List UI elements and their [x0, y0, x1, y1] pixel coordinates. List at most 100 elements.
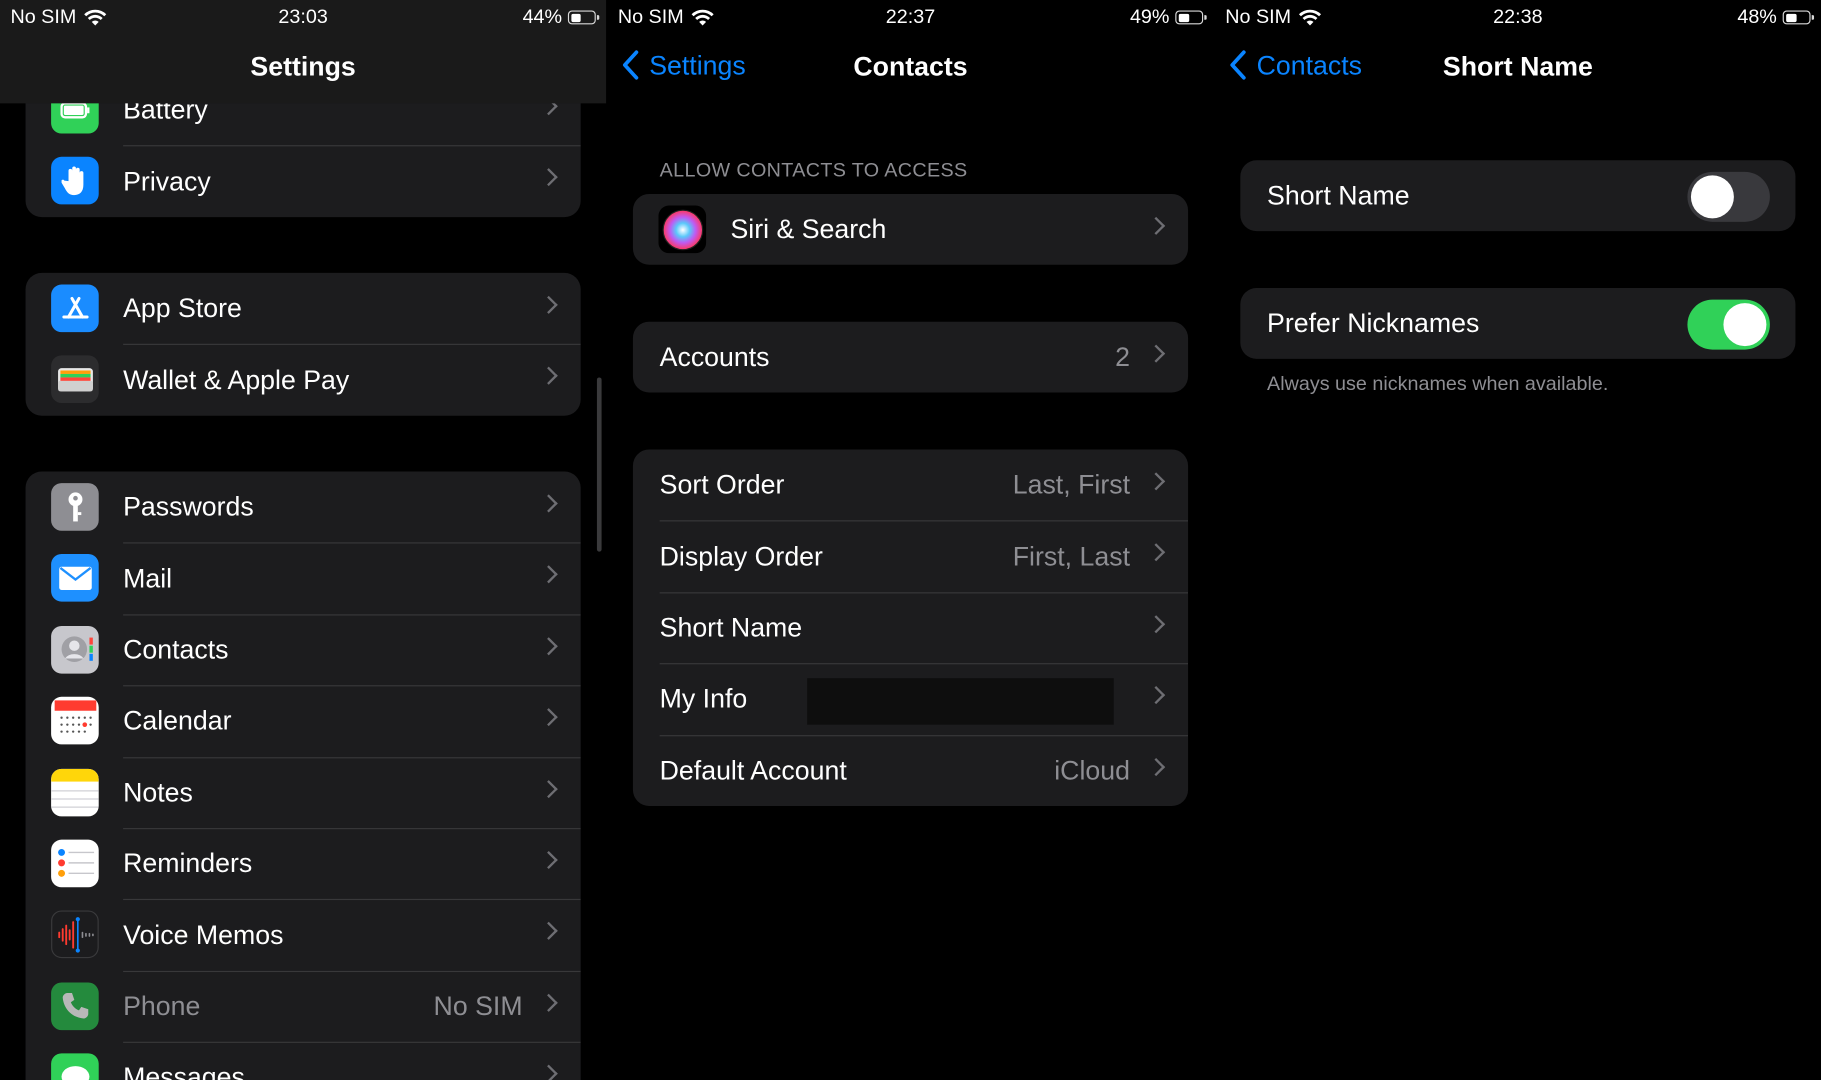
- prefer-nicknames-footer: Always use nicknames when available.: [1267, 372, 1609, 395]
- clock: 22:37: [885, 5, 936, 28]
- row-label: Sort Order: [659, 469, 785, 500]
- access-group: Siri & Search: [632, 193, 1189, 266]
- prefer-nicknames-group: Prefer Nicknames: [1240, 288, 1796, 360]
- status-bar: No SIM 23:03 44%: [0, 0, 606, 33]
- settings-row-app-store[interactable]: App Store: [26, 273, 581, 344]
- contacts-settings-screen: No SIM 22:37 49% Settings Contacts ALLOW…: [607, 0, 1214, 1080]
- default-account-row[interactable]: Default Account iCloud: [633, 734, 1189, 806]
- settings-screen: No SIM 23:03 44% Settings Battery Privac…: [0, 0, 607, 1080]
- notes-icon: [51, 768, 99, 816]
- row-label: Messages: [123, 1061, 245, 1080]
- chevron-right-icon: [539, 565, 558, 584]
- settings-group-store: App Store Wallet & Apple Pay: [25, 272, 581, 416]
- chevron-right-icon: [1147, 757, 1166, 776]
- row-label: Mail: [123, 562, 173, 593]
- battery-percent: 48%: [1737, 5, 1777, 28]
- chevron-right-icon: [539, 637, 558, 656]
- chevron-right-icon: [539, 993, 558, 1012]
- chevron-right-icon: [539, 295, 558, 314]
- section-header: ALLOW CONTACTS TO ACCESS: [659, 159, 968, 182]
- accounts-count: 2: [1115, 341, 1130, 372]
- short-name-row[interactable]: Short Name: [633, 592, 1189, 663]
- settings-row-mail[interactable]: Mail: [26, 542, 581, 614]
- short-name-screen: No SIM 22:38 48% Contacts Short Name Sho…: [1214, 0, 1821, 1080]
- hand-icon: [51, 157, 99, 205]
- row-label: Voice Memos: [123, 919, 284, 950]
- chevron-right-icon: [539, 850, 558, 869]
- settings-row-messages[interactable]: Messages: [26, 1041, 581, 1080]
- wallet-icon: [51, 355, 99, 404]
- short-name-group: Short Name: [1240, 160, 1796, 232]
- contacts-icon: [51, 625, 99, 674]
- row-label: Passwords: [123, 491, 254, 522]
- row-label: Short Name: [659, 611, 803, 643]
- status-bar: No SIM 22:37 49%: [607, 0, 1213, 33]
- app-store-icon: [51, 284, 99, 333]
- row-value: iCloud: [1054, 754, 1130, 785]
- row-label: Wallet & Apple Pay: [123, 364, 350, 395]
- row-label: Contacts: [123, 634, 229, 665]
- chevron-right-icon: [539, 367, 558, 386]
- settings-row-wallet[interactable]: Wallet & Apple Pay: [26, 344, 581, 415]
- accounts-group: Accounts 2: [632, 321, 1189, 393]
- settings-group-apps: Passwords Mail Contacts Calendar Notes R…: [25, 471, 581, 1080]
- row-label: Reminders: [123, 847, 253, 879]
- page-title: Contacts: [853, 51, 968, 82]
- settings-row-contacts[interactable]: Contacts: [26, 614, 581, 685]
- clock: 22:38: [1493, 5, 1543, 28]
- settings-row-reminders[interactable]: Reminders: [26, 827, 581, 899]
- scroll-indicator[interactable]: [596, 377, 602, 552]
- message-icon: [51, 1053, 99, 1080]
- chevron-right-icon: [539, 494, 558, 513]
- battery-percent: 44%: [522, 5, 563, 28]
- row-value: No SIM: [433, 990, 523, 1021]
- chevron-right-icon: [539, 1064, 558, 1080]
- display-order-row[interactable]: Display Order First, Last: [633, 520, 1189, 592]
- row-label: App Store: [123, 292, 242, 324]
- chevron-right-icon: [1147, 472, 1166, 491]
- accounts-row[interactable]: Accounts 2: [633, 322, 1188, 393]
- key-icon: [51, 483, 99, 531]
- my-info-row[interactable]: My Info: [633, 663, 1189, 734]
- phone-icon: [51, 982, 99, 1030]
- sort-order-row[interactable]: Sort Order Last, First: [633, 449, 1188, 520]
- settings-row-privacy[interactable]: Privacy: [26, 145, 581, 217]
- row-label: Privacy: [123, 165, 211, 196]
- battery-icon: [1782, 10, 1815, 25]
- display-group: Sort Order Last, First Display Order Fir…: [632, 449, 1189, 806]
- settings-row-calendar[interactable]: Calendar: [26, 685, 581, 756]
- settings-row-voice-memos[interactable]: Voice Memos: [26, 899, 581, 970]
- prefer-nicknames-toggle[interactable]: [1687, 299, 1770, 350]
- row-label: Display Order: [659, 540, 823, 571]
- clock: 23:03: [278, 5, 328, 28]
- chevron-right-icon: [1147, 614, 1166, 634]
- short-name-toggle[interactable]: [1687, 171, 1770, 222]
- settings-row-phone[interactable]: Phone No SIM: [26, 970, 581, 1042]
- battery-icon: [567, 10, 600, 25]
- siri-search-row[interactable]: Siri & Search: [633, 194, 1188, 265]
- calendar-icon: [51, 697, 99, 745]
- row-label: Accounts: [659, 341, 770, 372]
- envelope-icon: [51, 554, 99, 603]
- status-bar: No SIM 22:38 48%: [1215, 0, 1821, 33]
- row-label: My Info: [659, 683, 748, 714]
- chevron-right-icon: [539, 708, 558, 727]
- row-label: Calendar: [123, 705, 232, 736]
- siri-icon: [658, 205, 707, 254]
- chevron-right-icon: [1147, 344, 1166, 363]
- row-label: Siri & Search: [730, 213, 887, 245]
- row-label: Prefer Nicknames: [1267, 307, 1480, 339]
- page-title: Settings: [250, 51, 356, 82]
- chevron-right-icon: [1147, 686, 1166, 705]
- settings-row-passwords[interactable]: Passwords: [26, 472, 581, 543]
- battery-icon: [1175, 10, 1207, 25]
- chevron-right-icon: [1147, 216, 1166, 235]
- settings-row-notes[interactable]: Notes: [26, 756, 581, 828]
- waveform-icon: [51, 910, 99, 959]
- row-value: Last, First: [1012, 469, 1130, 500]
- redacted-value: [807, 678, 1114, 725]
- row-label: Notes: [123, 776, 193, 807]
- chevron-right-icon: [1147, 543, 1166, 562]
- reminders-icon: [51, 839, 99, 888]
- short-name-toggle-row: Short Name: [1240, 160, 1795, 231]
